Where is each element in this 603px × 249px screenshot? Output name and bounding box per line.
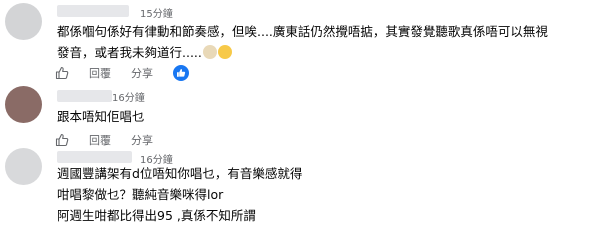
commenter-name[interactable]	[57, 5, 129, 17]
thumbs-up-icon	[55, 133, 69, 147]
comment-line: 週國豐講架有d位唔知你唱乜，有音樂感就得	[57, 166, 303, 181]
commenter-name[interactable]	[57, 151, 132, 163]
comment-line-with-emoji: 發音，或者我未夠道行.....	[57, 42, 548, 63]
avatar[interactable]	[5, 148, 42, 185]
comment-2: 16分鐘 跟本唔知佢唱乜 回覆 分享	[0, 86, 603, 150]
grinning-face-with-sweat-icon	[202, 45, 217, 59]
commenter-name[interactable]	[57, 90, 112, 102]
comment-line: 阿週生咁都比得出95 ,真係不知所謂	[57, 208, 256, 223]
smiling-face-emoji-icon	[217, 45, 232, 59]
share-button[interactable]: 分享	[131, 132, 153, 148]
comment-text: 都係嗰句係好有律動和節奏感，但唉....廣東話仍然攪唔掂，其實發覺聽歌真係唔可以…	[57, 21, 548, 63]
comment-line: 都係嗰句係好有律動和節奏感，但唉....廣東話仍然攪唔掂，其實發覺聽歌真係唔可以…	[57, 24, 548, 39]
comment-timestamp[interactable]: 15分鐘	[140, 5, 173, 20]
comment-text: 跟本唔知佢唱乜	[57, 106, 145, 127]
like-button[interactable]	[55, 133, 69, 147]
like-button[interactable]	[55, 66, 69, 80]
comment-line: 跟本唔知佢唱乜	[57, 109, 145, 124]
like-reaction-icon[interactable]	[173, 65, 189, 81]
reply-button[interactable]: 回覆	[89, 65, 111, 81]
share-button[interactable]: 分享	[131, 65, 153, 81]
comment-1: 15分鐘 都係嗰句係好有律動和節奏感，但唉....廣東話仍然攪唔掂，其實發覺聽歌…	[0, 0, 603, 90]
comment-line: 咁唱黎做乜？聽純音樂咪得lor	[57, 187, 224, 202]
comment-actions: 回覆 分享	[55, 63, 189, 83]
comment-actions: 回覆 分享	[55, 130, 173, 150]
comment-3: 16分鐘 週國豐講架有d位唔知你唱乜，有音樂感就得 咁唱黎做乜？聽純音樂咪得lo…	[0, 148, 603, 249]
avatar[interactable]	[5, 86, 42, 123]
comment-timestamp[interactable]: 16分鐘	[112, 89, 145, 104]
comment-text: 週國豐講架有d位唔知你唱乜，有音樂感就得 咁唱黎做乜？聽純音樂咪得lor 阿週生…	[57, 163, 302, 226]
thumbs-up-icon	[55, 66, 69, 80]
comment-line: 發音，或者我未夠道行.....	[57, 45, 202, 60]
reply-button[interactable]: 回覆	[89, 132, 111, 148]
avatar[interactable]	[5, 3, 42, 40]
